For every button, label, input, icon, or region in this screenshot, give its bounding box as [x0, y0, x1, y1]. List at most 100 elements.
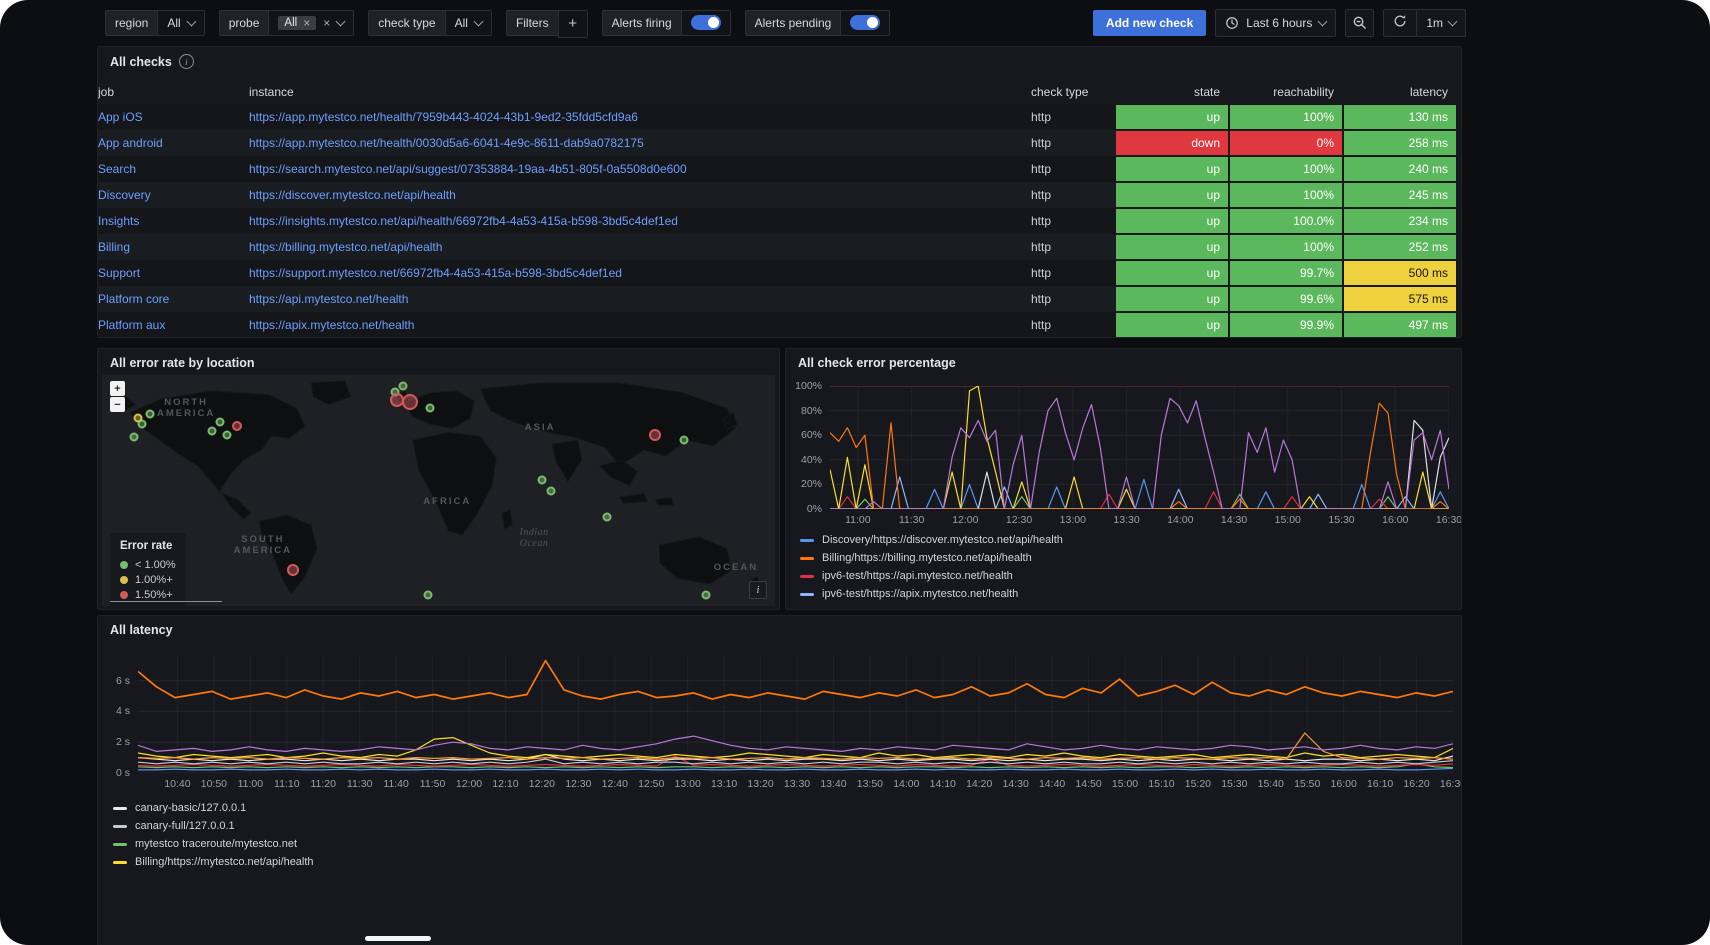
job-link[interactable]: Discovery: [98, 188, 151, 202]
map-dot-red[interactable]: [232, 421, 242, 431]
job-link[interactable]: App android: [98, 136, 163, 150]
job-link[interactable]: Insights: [98, 214, 139, 228]
map-dot-green[interactable]: [222, 431, 231, 440]
column-header-reachability[interactable]: reachability: [1229, 79, 1343, 104]
x-axis-tick: 15:30: [1221, 778, 1247, 790]
job-link[interactable]: Billing: [98, 240, 130, 254]
instance-link[interactable]: https://search.mytestco.net/api/suggest/…: [249, 162, 687, 176]
clock-icon: [1225, 16, 1239, 30]
column-header-check-type[interactable]: check type: [1031, 79, 1115, 104]
alerts-firing-control: Alerts firing: [602, 10, 731, 36]
probe-filter-label: probe: [219, 10, 269, 36]
legend-item[interactable]: mytestco traceroute/mytestco.net: [113, 835, 1453, 853]
alerts-firing-label: Alerts firing: [602, 10, 681, 36]
time-range-picker[interactable]: Last 6 hours: [1215, 9, 1336, 37]
latency-legend: canary-basic/127.0.0.1canary-full/127.0.…: [113, 799, 1453, 943]
x-axis-tick: 12:10: [492, 778, 518, 790]
state-cell: up: [1116, 105, 1228, 129]
info-icon[interactable]: i: [179, 54, 194, 69]
alerts-pending-toggle[interactable]: [850, 15, 880, 30]
probe-filter-select[interactable]: All × ×: [268, 10, 354, 36]
map-dot-green[interactable]: [546, 487, 555, 496]
map-dot-green[interactable]: [398, 381, 407, 390]
check-type-filter-select[interactable]: All: [445, 10, 492, 36]
job-link[interactable]: Search: [98, 162, 136, 176]
probe-chip-value: All: [284, 17, 297, 29]
instance-link[interactable]: https://insights.mytestco.net/api/health…: [249, 214, 678, 228]
probe-filter: probe All × ×: [219, 10, 355, 36]
reachability-cell: 99.6%: [1230, 287, 1342, 311]
latency-cell: 240 ms: [1344, 157, 1456, 181]
map-dot-green[interactable]: [423, 591, 432, 600]
map-dot-red[interactable]: [287, 564, 299, 576]
map-dot-green[interactable]: [602, 513, 611, 522]
horizontal-scrollbar-thumb[interactable]: [365, 936, 431, 941]
legend-label: Billing/https://billing.mytestco.net/api…: [822, 552, 1032, 564]
add-new-check-button[interactable]: Add new check: [1093, 10, 1206, 36]
instance-link[interactable]: https://apix.mytestco.net/health: [249, 318, 414, 332]
legend-color-dash: [800, 557, 814, 560]
map-dot-green[interactable]: [208, 427, 217, 436]
world-map[interactable]: NORTH AMERICASOUTH AMERICAAFRICAASIAIndi…: [102, 375, 775, 606]
legend-color-dot: [120, 576, 128, 584]
job-link[interactable]: Platform aux: [98, 318, 165, 332]
column-header-state[interactable]: state: [1115, 79, 1229, 104]
map-dot-yellow[interactable]: [133, 414, 142, 423]
map-dot-red[interactable]: [649, 429, 661, 441]
legend-item[interactable]: Discovery/https://discover.mytestco.net/…: [800, 531, 1453, 549]
instance-link[interactable]: https://billing.mytestco.net/api/health: [249, 240, 442, 254]
error-rate-legend-item: 1.50%+: [120, 587, 176, 602]
map-dot-green[interactable]: [702, 591, 711, 600]
legend-item[interactable]: canary-full/127.0.0.1: [113, 817, 1453, 835]
job-link[interactable]: Support: [98, 266, 140, 280]
column-header-job[interactable]: job: [98, 79, 249, 104]
region-filter-select[interactable]: All: [157, 10, 204, 36]
legend-item[interactable]: Billing/https://mytestco.net/api/health: [113, 853, 1453, 871]
state-cell: up: [1116, 183, 1228, 207]
instance-link[interactable]: https://api.mytestco.net/health: [249, 292, 408, 306]
alerts-firing-toggle[interactable]: [691, 15, 721, 30]
zoom-out-time-button[interactable]: [1345, 9, 1374, 37]
legend-item[interactable]: ipv6-test/https://api.mytestco.net/healt…: [800, 567, 1453, 585]
legend-item[interactable]: canary-basic/127.0.0.1: [113, 799, 1453, 817]
latency-cell: 234 ms: [1344, 209, 1456, 233]
latency-plot[interactable]: [138, 656, 1453, 773]
map-dot-green[interactable]: [216, 418, 225, 427]
refresh-control: 1m: [1383, 9, 1466, 37]
add-filter-button[interactable]: +: [558, 10, 588, 38]
refresh-button[interactable]: [1384, 10, 1416, 36]
check-type-cell: http: [1031, 188, 1051, 202]
probe-chip[interactable]: All ×: [278, 16, 316, 30]
legend-item[interactable]: Billing/https://billing.mytestco.net/api…: [800, 549, 1453, 567]
map-dot-red[interactable]: [402, 394, 418, 410]
reachability-cell: 0%: [1230, 131, 1342, 155]
instance-link[interactable]: https://app.mytestco.net/health/7959b443…: [249, 110, 638, 124]
chip-remove-icon[interactable]: ×: [303, 17, 310, 29]
legend-item[interactable]: ipv6-test/https://apix.mytestco.net/heal…: [800, 585, 1453, 603]
map-dot-green[interactable]: [680, 436, 689, 445]
column-header-latency[interactable]: latency: [1343, 79, 1457, 104]
refresh-icon: [1393, 14, 1407, 31]
instance-link[interactable]: https://support.mytestco.net/66972fb4-4a…: [249, 266, 622, 280]
map-dot-green[interactable]: [129, 433, 138, 442]
column-header-instance[interactable]: instance: [249, 79, 1031, 104]
toolbar-filters: region All probe All × ×: [105, 10, 890, 36]
error-percentage-plot[interactable]: [830, 386, 1449, 509]
checks-table-wrap: job instance check type state reachabili…: [98, 79, 1455, 337]
map-attribution-icon[interactable]: i: [749, 581, 767, 599]
y-axis-tick: 60%: [801, 428, 822, 442]
instance-link[interactable]: https://app.mytestco.net/health/0030d5a6…: [249, 136, 644, 150]
map-dot-green[interactable]: [425, 403, 434, 412]
map-dot-green[interactable]: [146, 409, 155, 418]
job-link[interactable]: Platform core: [98, 292, 169, 306]
map-dot-green[interactable]: [538, 475, 547, 484]
clear-all-icon[interactable]: ×: [323, 17, 330, 29]
refresh-interval-select[interactable]: 1m: [1416, 10, 1465, 36]
instance-link[interactable]: https://discover.mytestco.net/api/health: [249, 188, 456, 202]
zoom-in-button[interactable]: +: [110, 381, 125, 396]
zoom-out-button[interactable]: −: [110, 397, 125, 412]
y-axis-tick: 20%: [801, 477, 822, 491]
job-link[interactable]: App iOS: [98, 110, 143, 124]
legend-label: mytestco traceroute/mytestco.net: [135, 838, 297, 850]
table-row: Platform core https://api.mytestco.net/he…: [98, 286, 1457, 312]
